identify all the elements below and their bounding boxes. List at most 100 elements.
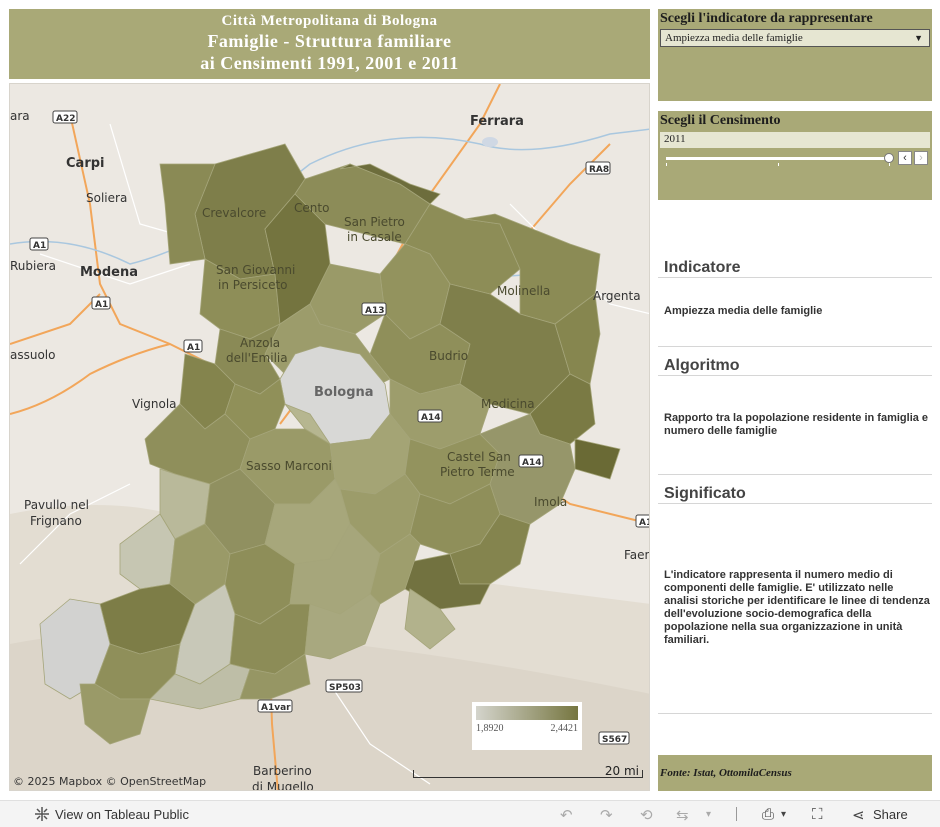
redo-icon[interactable]: ↷	[600, 806, 613, 824]
road-shield-a14-1: A14	[417, 409, 443, 423]
map-label-castelsanpietro-2: Pietro Terme	[440, 465, 515, 479]
revert-icon[interactable]: ⟲	[640, 806, 653, 824]
section-divider	[658, 474, 932, 475]
indicator-dropdown[interactable]: Ampiezza media delle famiglie ▼	[660, 29, 930, 47]
road-shield-a14-2: A14	[518, 454, 544, 468]
svg-text:S567: S567	[602, 735, 627, 745]
header-line-1: Città Metropolitana di Bologna	[221, 13, 438, 29]
header-line-3: ai Censimenti 1991, 2001 e 2011	[200, 53, 459, 73]
indicator-filter-title: Scegli l'indicatore da rappresentare	[660, 11, 873, 26]
map-label-faenza: Faen	[624, 548, 650, 562]
section-divider	[658, 375, 932, 376]
map-label-sassomarconi: Sasso Marconi	[246, 459, 332, 473]
dropdown-arrow-icon[interactable]: ▼	[914, 33, 923, 43]
map-label-vignola: Vignola	[132, 397, 177, 411]
map-label-pavullo-2: Frignano	[30, 514, 82, 528]
map-label-modena: Modena	[80, 265, 138, 280]
slider-tick	[889, 163, 890, 166]
section-divider	[658, 713, 932, 714]
algoritmo-heading: Algoritmo	[664, 357, 740, 374]
map-label-crevalcore: Crevalcore	[202, 206, 266, 220]
census-value: 2011	[660, 132, 930, 148]
source-note: Fonte: Istat, OttomilaCensus	[658, 755, 932, 791]
legend-min: 1,8920	[476, 723, 504, 734]
road-shield-s567: S567	[598, 731, 630, 745]
section-divider	[658, 346, 932, 347]
map-label-budrio: Budrio	[429, 349, 468, 363]
choropleth-map[interactable]: Ferrara Carpi Soliera Modena Rubiera ass…	[9, 83, 650, 791]
svg-text:A1: A1	[95, 300, 108, 310]
map-label-bologna: Bologna	[314, 385, 374, 400]
share-icon[interactable]: ⋖	[852, 806, 865, 824]
map-label-sassuolo: assuolo	[10, 348, 55, 362]
svg-text:A1: A1	[33, 241, 46, 251]
map-label-ara: ara	[10, 109, 30, 123]
census-slider-track[interactable]	[666, 157, 890, 160]
legend-gradient	[476, 706, 578, 720]
indicator-dropdown-value: Ampiezza media delle famiglie	[665, 32, 803, 44]
legend-max: 2,4421	[550, 723, 579, 734]
svg-text:A14: A14	[522, 458, 542, 468]
census-filter-panel: Scegli il Censimento 2011 ‹ ›	[658, 111, 932, 200]
road-shield-a1var: A1var	[257, 699, 293, 713]
map-label-argenta: Argenta	[593, 289, 641, 303]
prev-step-button[interactable]: ‹	[898, 151, 912, 165]
map-label-ferrara: Ferrara	[470, 114, 524, 129]
municipality-east-3[interactable]	[574, 438, 621, 480]
ferrara-area	[482, 137, 498, 147]
map-attribution[interactable]: © 2025 Mapbox © OpenStreetMap	[13, 775, 206, 788]
map-label-medicina: Medicina	[481, 397, 535, 411]
road-shield-a1-1: A1	[29, 237, 49, 251]
road-shield-ra8: RA8	[585, 161, 611, 175]
header-line-2: Famiglie - Struttura familiare	[207, 31, 452, 51]
algoritmo-text: Rapporto tra la popolazione residente in…	[664, 412, 929, 437]
section-divider	[658, 277, 932, 278]
next-step-button[interactable]: ›	[914, 151, 928, 165]
road-shield-sp503: SP503	[325, 679, 363, 693]
refresh-icon[interactable]: ⇆	[676, 806, 689, 824]
census-filter-title: Scegli il Censimento	[660, 113, 781, 128]
svg-text:A22: A22	[56, 114, 76, 124]
share-button[interactable]: Share	[873, 807, 908, 822]
svg-text:A1: A1	[187, 343, 200, 353]
section-divider	[658, 503, 932, 504]
map-canvas[interactable]: Ferrara Carpi Soliera Modena Rubiera ass…	[10, 84, 650, 791]
indicatore-heading: Indicatore	[664, 259, 741, 276]
slider-tick	[666, 163, 667, 166]
map-label-pavullo-1: Pavullo nel	[24, 498, 89, 512]
undo-icon[interactable]: ↶	[560, 806, 573, 824]
toolbar-separator	[736, 807, 737, 821]
census-slider-thumb[interactable]	[884, 153, 894, 163]
fullscreen-icon[interactable]: ⛶	[812, 806, 823, 823]
svg-text:A13: A13	[365, 306, 385, 316]
refresh-menu-chevron-icon[interactable]: ▾	[706, 809, 711, 820]
map-label-cento: Cento	[294, 201, 329, 215]
tableau-toolbar: View on Tableau Public ↶ ↷ ⟲ ⇆ ▾ ⎙ ▾ ⛶ ⋖…	[0, 800, 940, 827]
road-shield-a13: A13	[361, 302, 387, 316]
significato-heading: Significato	[664, 485, 746, 502]
road-shield-a1-4: A1	[635, 514, 649, 528]
svg-text:SP503: SP503	[329, 683, 361, 693]
download-menu-chevron-icon[interactable]: ▾	[781, 809, 786, 820]
indicatore-text: Ampiezza media delle famiglie	[664, 305, 823, 317]
road-shield-a1-2: A1	[91, 296, 111, 310]
map-label-carpi: Carpi	[66, 156, 105, 171]
map-label-anzola-2: dell'Emilia	[226, 351, 288, 365]
tableau-logo-icon	[35, 807, 49, 821]
road-shield-a22: A22	[52, 110, 78, 124]
map-label-barberino-1: Barberino	[253, 764, 312, 778]
view-on-tableau-public-link[interactable]: View on Tableau Public	[55, 807, 189, 822]
color-legend: 1,8920 2,4421	[472, 702, 582, 750]
download-icon[interactable]: ⎙	[762, 806, 774, 823]
svg-text:A1var: A1var	[261, 703, 291, 713]
map-label-castelsanpietro-1: Castel San	[447, 450, 511, 464]
road-shield-a1-3: A1	[183, 339, 203, 353]
svg-text:RA8: RA8	[589, 165, 609, 175]
svg-text:A14: A14	[421, 413, 441, 423]
map-label-sangiovanni-2: in Persiceto	[218, 278, 288, 292]
slider-tick	[778, 163, 779, 166]
map-label-molinella: Molinella	[497, 284, 550, 298]
map-label-sangiovanni-1: San Giovanni	[216, 263, 295, 277]
indicator-filter-panel: Scegli l'indicatore da rappresentare Amp…	[658, 9, 932, 101]
map-label-soliera: Soliera	[86, 191, 127, 205]
